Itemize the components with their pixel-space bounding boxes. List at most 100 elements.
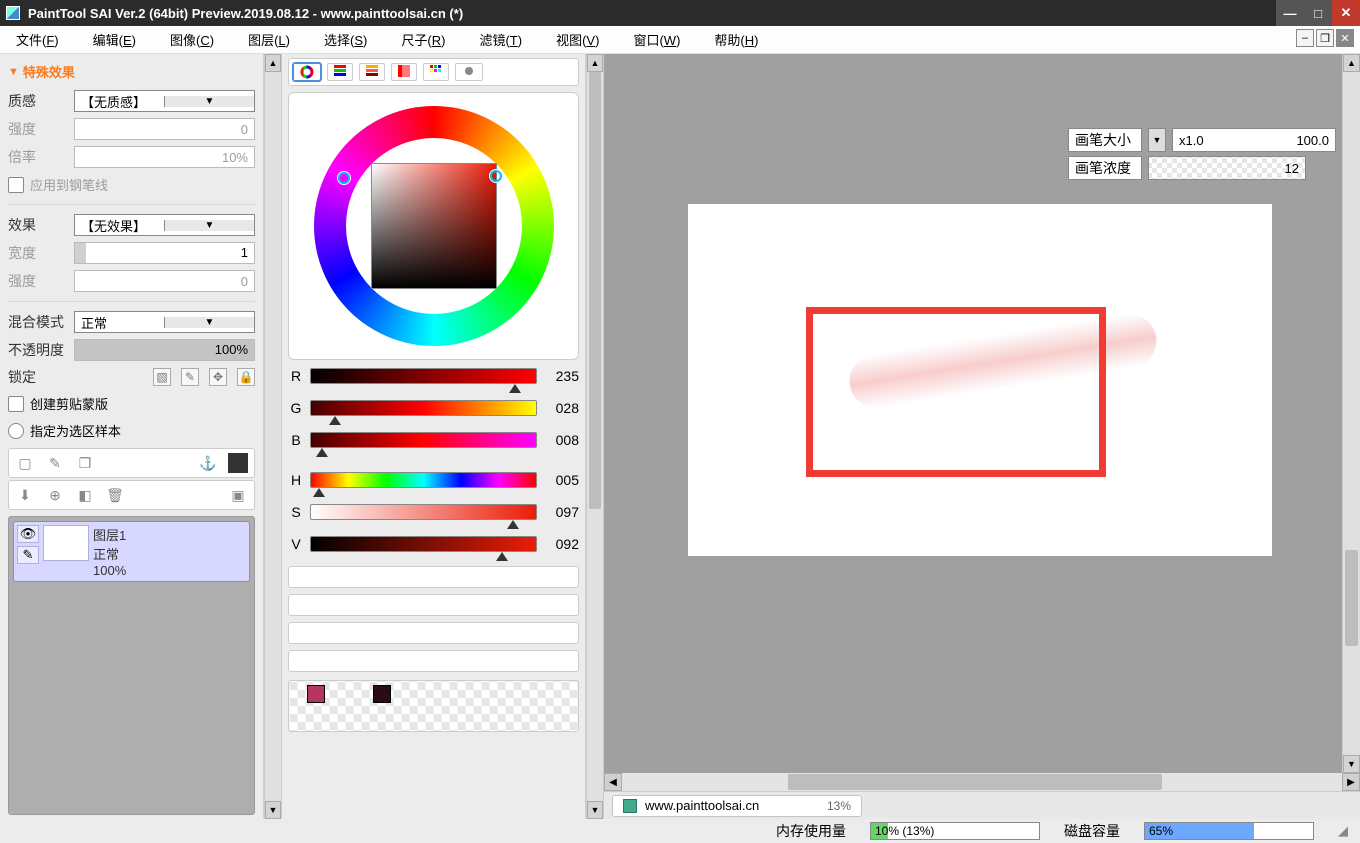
sv-marker[interactable] — [490, 170, 502, 182]
color-wheel[interactable] — [288, 92, 579, 360]
scratchpad-tab[interactable] — [455, 63, 483, 81]
document-tabs: www.painttoolsai.cn 13% — [604, 791, 1360, 819]
h-slider[interactable] — [310, 472, 537, 488]
menu-layer[interactable]: 图层(L) — [248, 30, 290, 49]
menu-window[interactable]: 窗口(W) — [633, 30, 680, 49]
sv-box[interactable] — [371, 163, 497, 289]
texture-combo[interactable]: 【无质感】▼ — [74, 90, 255, 112]
strength-value[interactable]: 0 — [74, 118, 255, 140]
b-slider[interactable] — [310, 432, 537, 448]
pencil-icon: ✎ — [23, 547, 34, 563]
palette-row[interactable] — [288, 650, 579, 672]
canvas-viewport[interactable]: 画笔大小 ▼ x1.0100.0 画笔浓度 12 — [604, 54, 1342, 773]
palette-row[interactable] — [288, 566, 579, 588]
menu-filter[interactable]: 滤镜(T) — [479, 30, 522, 49]
lock-paint-icon[interactable]: ✎ — [181, 368, 199, 386]
swatch[interactable] — [373, 685, 391, 703]
lock-move-icon[interactable]: ✥ — [209, 368, 227, 386]
swatch-tab[interactable] — [423, 63, 449, 81]
opacity-label: 不透明度 — [8, 340, 68, 360]
menu-select[interactable]: 选择(S) — [324, 30, 367, 49]
mid-panel-scrollbar[interactable]: ▲▼ — [586, 54, 604, 819]
red-rectangle — [806, 307, 1106, 477]
menu-file[interactable]: 文件(F) — [16, 30, 59, 49]
b-value: 008 — [543, 432, 579, 448]
flatten-icon[interactable]: ▣ — [228, 485, 248, 505]
brush-size-value[interactable]: x1.0100.0 — [1172, 128, 1336, 152]
color-wheel-tab[interactable] — [293, 63, 321, 81]
document-tab[interactable]: www.painttoolsai.cn 13% — [612, 795, 862, 817]
scroll-left-icon[interactable]: ◀ — [604, 773, 622, 791]
transfer-down-icon[interactable]: ⚓ — [198, 453, 218, 473]
width-label: 宽度 — [8, 243, 68, 263]
mdi-window-controls: – ❐ ✕ — [1296, 29, 1354, 47]
disk-label: 磁盘容量 — [1064, 821, 1120, 841]
fx-section-header[interactable]: ▼特殊效果 — [8, 62, 255, 81]
width-value[interactable]: 1 — [74, 242, 255, 264]
rgb-slider-tab[interactable] — [327, 63, 353, 81]
scale-value[interactable]: 10% — [74, 146, 255, 168]
r-slider[interactable] — [310, 368, 537, 384]
menu-help[interactable]: 帮助(H) — [714, 30, 758, 49]
swatch-grid[interactable] — [288, 680, 579, 732]
new-layer-icon[interactable]: ▢ — [15, 453, 35, 473]
mdi-minimize-button[interactable]: – — [1296, 29, 1314, 47]
palette-history — [288, 566, 579, 672]
canvas-vscrollbar[interactable]: ▲▼ — [1342, 54, 1360, 773]
hue-marker[interactable] — [338, 172, 350, 184]
menu-ruler[interactable]: 尺子(R) — [401, 30, 445, 49]
g-slider[interactable] — [310, 400, 537, 416]
brush-density-label: 画笔浓度 — [1068, 156, 1142, 180]
lock-label: 锁定 — [8, 367, 68, 387]
effect-combo[interactable]: 【无效果】▼ — [74, 214, 255, 236]
brush-density-value[interactable]: 12 — [1148, 156, 1306, 180]
v-slider[interactable] — [310, 536, 537, 552]
maximize-button[interactable]: □ — [1304, 0, 1332, 26]
menu-image[interactable]: 图像(C) — [170, 30, 214, 49]
duplicate-layer-icon[interactable]: ⊕ — [45, 485, 65, 505]
document-canvas[interactable] — [688, 204, 1272, 556]
mask-icon[interactable]: ■ — [228, 453, 248, 473]
palette-row[interactable] — [288, 594, 579, 616]
lock-pixels-icon[interactable]: ▧ — [153, 368, 171, 386]
blend-combo[interactable]: 正常▼ — [74, 311, 255, 333]
b-label: B — [288, 432, 304, 448]
canvas-hscrollbar[interactable]: ◀ ▶ — [604, 773, 1360, 791]
resize-grip-icon[interactable]: ◢ — [1338, 823, 1348, 839]
new-folder-icon[interactable]: ❐ — [75, 453, 95, 473]
mixer-tab[interactable] — [391, 63, 417, 81]
menu-view[interactable]: 视图(V) — [556, 30, 599, 49]
hsv-slider-tab[interactable] — [359, 63, 385, 81]
brush-size-dropdown[interactable]: ▼ — [1148, 128, 1166, 152]
blend-label: 混合模式 — [8, 312, 68, 332]
app-icon — [6, 6, 20, 20]
delete-layer-icon[interactable]: 🗑 — [105, 485, 125, 505]
left-panel-scrollbar[interactable]: ▲▼ — [264, 54, 282, 819]
merge-down-icon[interactable]: ⬇ — [15, 485, 35, 505]
mdi-close-button[interactable]: ✕ — [1336, 29, 1354, 47]
opacity-slider[interactable]: 100% — [74, 339, 255, 361]
new-linework-icon[interactable]: ✎ — [45, 453, 65, 473]
visibility-toggle[interactable]: 👁 — [17, 525, 39, 543]
apply-pen-checkbox[interactable] — [8, 177, 24, 193]
minimize-button[interactable]: — — [1276, 0, 1304, 26]
swatch[interactable] — [307, 685, 325, 703]
menu-edit[interactable]: 编辑(E) — [93, 30, 136, 49]
scale-label: 倍率 — [8, 147, 68, 167]
clipping-mask-checkbox[interactable] — [8, 396, 24, 412]
selection-source-radio[interactable] — [8, 423, 24, 439]
texture-label: 质感 — [8, 91, 68, 111]
layer-list[interactable]: 👁 ✎ 图层1 正常 100% — [8, 516, 255, 815]
clear-layer-icon[interactable]: ◧ — [75, 485, 95, 505]
palette-row[interactable] — [288, 622, 579, 644]
title-bar: PaintTool SAI Ver.2 (64bit) Preview.2019… — [0, 0, 1360, 26]
scroll-right-icon[interactable]: ▶ — [1342, 773, 1360, 791]
layer-item[interactable]: 👁 ✎ 图层1 正常 100% — [13, 521, 250, 582]
lock-all-icon[interactable]: 🔒 — [237, 368, 255, 386]
s-slider[interactable] — [310, 504, 537, 520]
edit-toggle[interactable]: ✎ — [17, 546, 39, 564]
strength2-value[interactable]: 0 — [74, 270, 255, 292]
eye-icon: 👁 — [20, 526, 37, 542]
close-button[interactable]: ✕ — [1332, 0, 1360, 26]
mdi-restore-button[interactable]: ❐ — [1316, 29, 1334, 47]
